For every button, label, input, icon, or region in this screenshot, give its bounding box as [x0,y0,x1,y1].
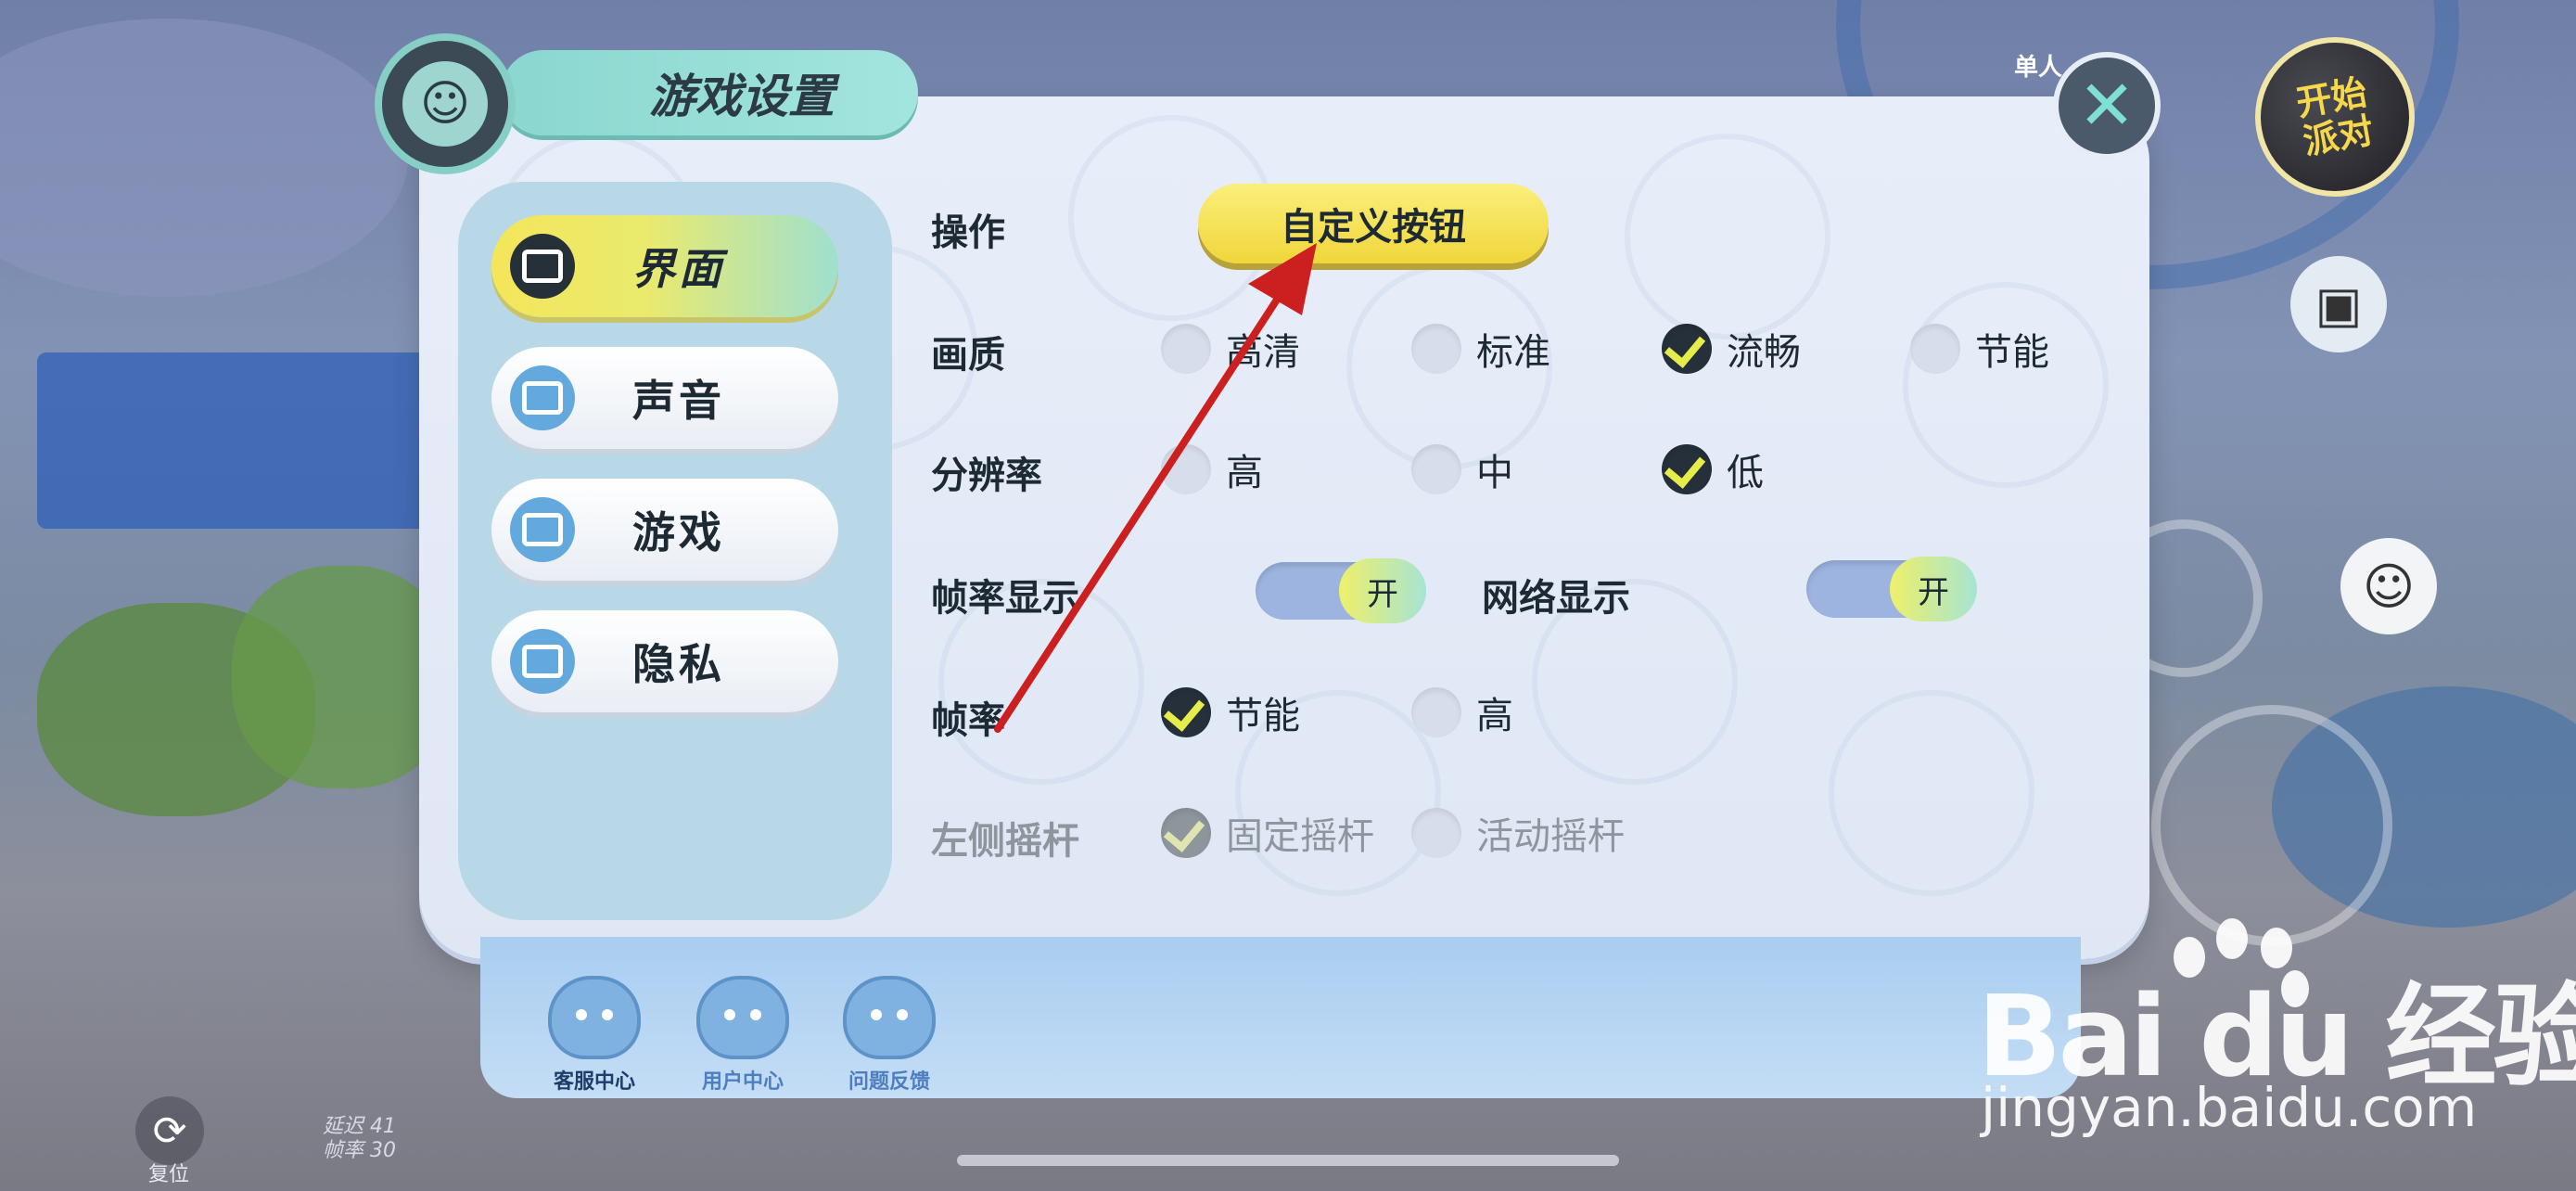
fps-value: 30 [370,1139,397,1162]
fps-readout: 帧率 30 [323,1133,396,1163]
reset-button[interactable]: ⟳ [135,1096,204,1165]
watermark-url: jingyan.baidu.com [1981,1076,2478,1139]
reset-icon: ⟳ [152,1107,187,1155]
fps-label: 帧率 [323,1139,364,1162]
reset-label: 复位 [148,1163,190,1186]
home-indicator[interactable] [957,1155,1619,1166]
